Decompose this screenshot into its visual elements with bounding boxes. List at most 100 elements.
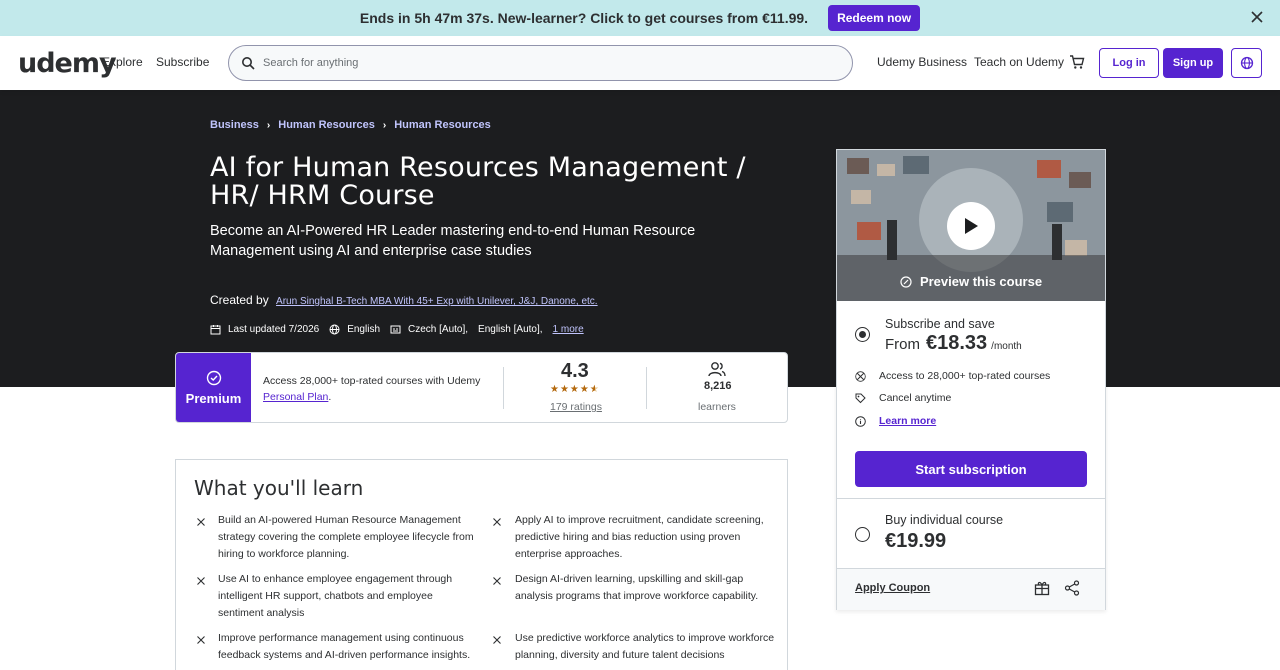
sign-up-button[interactable]: Sign up — [1163, 48, 1223, 78]
coupon-bar: Apply Coupon — [837, 568, 1105, 610]
search-input[interactable] — [263, 57, 823, 69]
divider — [503, 367, 504, 409]
premium-text: Access 28,000+ top-rated courses with Ud… — [263, 373, 503, 405]
learn-more-link[interactable]: Learn more — [879, 415, 936, 427]
breadcrumb-human-resources[interactable]: Human Resources — [278, 119, 375, 131]
language-button[interactable] — [1231, 48, 1262, 78]
premium-badge-icon — [206, 370, 221, 385]
per-month: /month — [991, 341, 1022, 352]
course-title: AI for Human Resources Management / HR/ … — [210, 152, 746, 211]
subscribe-link[interactable]: Subscribe — [156, 55, 209, 69]
check-icon — [493, 636, 501, 644]
subscribe-radio[interactable] — [855, 327, 870, 342]
learn-item: Design AI-driven learning, upskilling an… — [515, 573, 759, 602]
learn-item: Apply AI to improve recruitment, candida… — [515, 514, 764, 560]
check-icon — [493, 577, 501, 585]
personal-plan-link[interactable]: Personal Plan — [263, 391, 328, 403]
explore-link[interactable]: Explore — [102, 55, 143, 69]
learn-item: Improve performance management using con… — [218, 632, 471, 661]
globe-icon — [1240, 56, 1253, 70]
tag-icon — [855, 393, 866, 403]
cart-icon[interactable] — [1069, 54, 1085, 70]
premium-label: Premium — [185, 390, 242, 406]
learners-icon — [708, 362, 726, 377]
close-icon[interactable] — [1250, 10, 1264, 24]
banner-text[interactable]: Ends in 5h 47m 37s. New-learner? Click t… — [360, 10, 808, 26]
search-icon — [242, 57, 255, 70]
divider — [837, 568, 1105, 569]
premium-description: Access 28,000+ top-rated courses with Ud… — [263, 375, 481, 387]
start-subscription-button[interactable]: Start subscription — [855, 451, 1087, 487]
star-rating: ★★★★★★ — [550, 384, 600, 395]
feature-cancel: Cancel anytime — [855, 392, 951, 404]
learners-count: 8,216 — [704, 380, 732, 392]
gift-icon[interactable] — [1034, 580, 1050, 596]
log-in-button[interactable]: Log in — [1099, 48, 1159, 78]
play-icon — [965, 218, 978, 234]
what-youll-learn-section: What you'll learn Build an AI-powered Hu… — [175, 459, 788, 670]
purchase-card: Preview this course Subscribe and save F… — [836, 149, 1106, 610]
from-label: From — [885, 336, 920, 353]
udemy-logo[interactable]: udemy — [18, 48, 117, 79]
learn-title: What you'll learn — [194, 476, 364, 500]
check-icon — [197, 577, 205, 585]
learn-item: Use predictive workforce analytics to im… — [515, 632, 775, 661]
feature-access: Access to 28,000+ top-rated courses — [855, 370, 1050, 382]
feature-access-text: Access to 28,000+ top-rated courses — [879, 370, 1051, 382]
learn-item: Build an AI-powered Human Resource Manag… — [218, 514, 474, 560]
breadcrumb-human-resources-sub[interactable]: Human Resources — [394, 119, 491, 131]
more-captions-link[interactable]: 1 more — [553, 324, 584, 335]
caption-english: English [Auto], — [478, 324, 543, 335]
play-button[interactable] — [947, 202, 995, 250]
calendar-icon — [210, 325, 221, 335]
author-link[interactable]: Arun Singhal B-Tech MBA With 45+ Exp wit… — [276, 296, 598, 307]
preview-text: Preview this course — [919, 274, 1043, 289]
learners-label: learners — [698, 401, 736, 413]
caption-czech: Czech [Auto], — [408, 324, 469, 335]
last-updated: Last updated 7/2026 — [228, 324, 320, 335]
chevron-right-icon: › — [266, 119, 271, 131]
search-bar[interactable] — [228, 45, 853, 81]
share-icon[interactable] — [1064, 580, 1080, 596]
divider — [837, 498, 1105, 499]
feature-learn-more: Learn more — [855, 415, 936, 427]
course-preview[interactable]: Preview this course — [837, 150, 1105, 301]
sub-price: €18.33 — [926, 332, 988, 354]
premium-period: . — [328, 391, 332, 403]
buy-individual-radio[interactable] — [855, 527, 870, 542]
apply-coupon-link[interactable]: Apply Coupon — [855, 582, 930, 594]
buy-individual-label: Buy individual course — [885, 513, 1004, 527]
premium-banner: Premium Access 28,000+ top-rated courses… — [175, 352, 788, 423]
captions-icon — [390, 325, 401, 334]
subscription-price: From €18.33 /month — [885, 332, 1022, 355]
breadcrumb-business[interactable]: Business — [210, 119, 259, 131]
learn-item: Use AI to enhance employee engagement th… — [218, 573, 453, 619]
course-language: English — [347, 324, 381, 335]
check-icon — [493, 518, 501, 526]
top-navigation: udemy Explore Subscribe Udemy Business T… — [0, 36, 1280, 90]
teach-on-udemy-link[interactable]: Teach on Udemy — [974, 55, 1064, 69]
ratings-count-link[interactable]: 179 ratings — [550, 401, 602, 413]
created-by-label: Created by — [210, 293, 269, 307]
breadcrumb: Business › Human Resources › Human Resou… — [210, 119, 491, 131]
info-icon — [855, 415, 866, 427]
feature-cancel-text: Cancel anytime — [879, 392, 952, 404]
check-icon — [197, 636, 205, 644]
check-icon — [197, 518, 205, 526]
check-icon — [855, 370, 866, 382]
preview-label[interactable]: Preview this course — [837, 274, 1105, 289]
rating-value: 4.3 — [561, 360, 589, 382]
globe-icon — [329, 324, 340, 335]
premium-badge: Premium — [176, 353, 251, 422]
promo-banner[interactable]: Ends in 5h 47m 37s. New-learner? Click t… — [0, 0, 1280, 36]
redeem-now-button[interactable]: Redeem now — [828, 5, 921, 31]
created-by: Created by Arun Singhal B-Tech MBA With … — [210, 293, 598, 307]
course-meta: Last updated 7/2026 English Czech [Auto]… — [210, 324, 594, 335]
time-icon — [900, 276, 912, 288]
chevron-right-icon: › — [382, 119, 387, 131]
subscribe-save-label: Subscribe and save — [885, 317, 995, 331]
divider — [646, 367, 647, 409]
udemy-business-link[interactable]: Udemy Business — [877, 55, 967, 69]
buy-price: €19.99 — [885, 530, 947, 552]
course-subtitle: Become an AI-Powered HR Leader mastering… — [210, 223, 696, 259]
